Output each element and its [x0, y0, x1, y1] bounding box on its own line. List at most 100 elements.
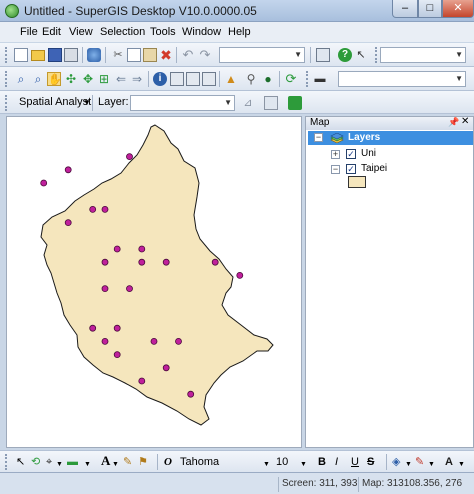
- text-tool-icon[interactable]: A: [101, 454, 110, 468]
- font-name-combo[interactable]: Tahoma: [180, 455, 219, 469]
- grid-icon[interactable]: [264, 96, 278, 110]
- select-features-icon[interactable]: [170, 72, 184, 86]
- underline-button[interactable]: U: [351, 455, 359, 469]
- map-view[interactable]: [6, 116, 302, 448]
- database-icon[interactable]: [87, 48, 101, 62]
- paste-icon[interactable]: [143, 48, 157, 62]
- layer-uni-label[interactable]: Uni: [361, 148, 376, 159]
- uni-point[interactable]: [138, 245, 146, 253]
- uni-point[interactable]: [211, 258, 219, 266]
- layer-combo[interactable]: ▼: [338, 71, 466, 87]
- fill-color-icon[interactable]: ◈: [392, 455, 400, 469]
- spatial-analyst-menu[interactable]: Spatial Analyst: [19, 96, 91, 108]
- uni-point[interactable]: [138, 258, 146, 266]
- menu-view[interactable]: View: [69, 26, 93, 38]
- layer-uni-checkbox[interactable]: ✓: [346, 149, 356, 159]
- title-bar[interactable]: Untitled - SuperGIS Desktop V10.0.0000.0…: [0, 0, 474, 22]
- uni-point[interactable]: [150, 337, 158, 345]
- new-document-icon[interactable]: [14, 48, 28, 62]
- layer-taipei-label[interactable]: Taipei: [361, 163, 387, 174]
- scale-combo[interactable]: ▼: [219, 47, 305, 63]
- zoom-in-icon[interactable]: ⌕: [14, 72, 28, 86]
- menu-edit[interactable]: Edit: [42, 26, 61, 38]
- hyperlink-icon[interactable]: ⚲: [244, 72, 258, 86]
- uni-point[interactable]: [138, 377, 146, 385]
- forward-icon[interactable]: ⇒: [130, 72, 144, 86]
- uni-point[interactable]: [113, 351, 121, 359]
- menu-tools[interactable]: Tools: [150, 26, 176, 38]
- analyst-layer-combo[interactable]: ▼: [130, 95, 235, 111]
- run-analysis-icon[interactable]: [288, 96, 302, 110]
- callout-icon[interactable]: ✎: [123, 455, 132, 469]
- redo-icon[interactable]: ↷: [198, 48, 212, 62]
- select-element-icon[interactable]: ↖: [16, 455, 25, 469]
- menu-selection[interactable]: Selection: [100, 26, 145, 38]
- uni-point[interactable]: [175, 337, 182, 345]
- layer-taipei-checkbox[interactable]: ✓: [346, 164, 356, 174]
- help-icon[interactable]: ?: [338, 48, 352, 62]
- uni-point[interactable]: [64, 166, 72, 174]
- layers-root[interactable]: − Layers: [308, 131, 473, 145]
- chevron-down-icon[interactable]: ▼: [112, 458, 119, 472]
- chevron-down-icon[interactable]: ▼: [56, 458, 63, 472]
- toolbar-grip[interactable]: [5, 95, 8, 111]
- copy-icon[interactable]: [127, 48, 141, 62]
- layout-icon[interactable]: [316, 48, 330, 62]
- close-icon[interactable]: ✕: [461, 116, 469, 127]
- taipei-legend-swatch[interactable]: [348, 176, 366, 188]
- zoom-out-icon[interactable]: ⌕: [31, 72, 45, 86]
- chevron-down-icon[interactable]: ▼: [263, 458, 270, 472]
- uni-point[interactable]: [236, 271, 244, 279]
- save-icon[interactable]: [48, 48, 62, 62]
- toolbar-combo[interactable]: ▼: [380, 47, 466, 63]
- uni-point[interactable]: [89, 206, 97, 213]
- strikethrough-button[interactable]: S: [367, 455, 374, 469]
- expand-icon[interactable]: +: [331, 150, 340, 159]
- uni-point[interactable]: [113, 324, 121, 332]
- close-button[interactable]: ✕: [442, 0, 474, 18]
- chevron-down-icon[interactable]: ▼: [84, 458, 91, 472]
- histogram-icon[interactable]: ⊿: [241, 96, 255, 110]
- pointer-shape-icon[interactable]: ⌖: [46, 455, 52, 469]
- fixed-zoom-out-icon[interactable]: ✥: [81, 72, 95, 86]
- refresh-icon[interactable]: ⟳: [284, 72, 298, 86]
- open-folder-icon[interactable]: [31, 50, 45, 61]
- full-extent-icon[interactable]: ⊞: [97, 72, 111, 86]
- uni-point[interactable]: [64, 219, 72, 226]
- print-icon[interactable]: [64, 48, 78, 62]
- uni-point[interactable]: [162, 258, 170, 266]
- uni-point[interactable]: [113, 245, 121, 253]
- uni-point[interactable]: [101, 337, 109, 345]
- chevron-down-icon[interactable]: ▼: [83, 98, 91, 107]
- uni-point[interactable]: [101, 206, 109, 213]
- line-color-icon[interactable]: ✎: [415, 455, 424, 469]
- font-size-combo[interactable]: 10: [276, 455, 288, 469]
- measure-icon[interactable]: ▲: [224, 72, 238, 86]
- whats-this-icon[interactable]: ↖: [354, 48, 368, 62]
- toolbar-grip[interactable]: [5, 71, 8, 87]
- toolbar-grip[interactable]: [5, 454, 8, 470]
- uni-point[interactable]: [89, 324, 97, 332]
- minimize-button[interactable]: –: [392, 0, 418, 18]
- chevron-down-icon[interactable]: ▼: [458, 458, 465, 472]
- menu-window[interactable]: Window: [182, 26, 221, 38]
- pin-icon[interactable]: 📌: [448, 117, 459, 128]
- cut-icon[interactable]: ✂: [111, 48, 125, 62]
- map-canvas[interactable]: [7, 117, 301, 447]
- font-color-icon[interactable]: A: [445, 455, 453, 469]
- maximize-button[interactable]: □: [418, 0, 442, 18]
- chevron-down-icon[interactable]: ▼: [428, 458, 435, 472]
- find-icon[interactable]: ●: [261, 72, 275, 86]
- clear-selection-icon[interactable]: [202, 72, 216, 86]
- toolbar-grip[interactable]: [5, 47, 8, 63]
- italic-button[interactable]: I: [335, 455, 338, 469]
- tool-icon[interactable]: ▬: [313, 72, 327, 86]
- uni-point[interactable]: [101, 258, 109, 266]
- collapse-icon[interactable]: −: [314, 133, 323, 142]
- uni-point[interactable]: [101, 285, 109, 293]
- uni-point[interactable]: [40, 179, 48, 187]
- uni-point[interactable]: [187, 390, 195, 398]
- chevron-down-icon[interactable]: ▼: [300, 458, 307, 472]
- menu-help[interactable]: Help: [228, 26, 251, 38]
- chevron-down-icon[interactable]: ▼: [405, 458, 412, 472]
